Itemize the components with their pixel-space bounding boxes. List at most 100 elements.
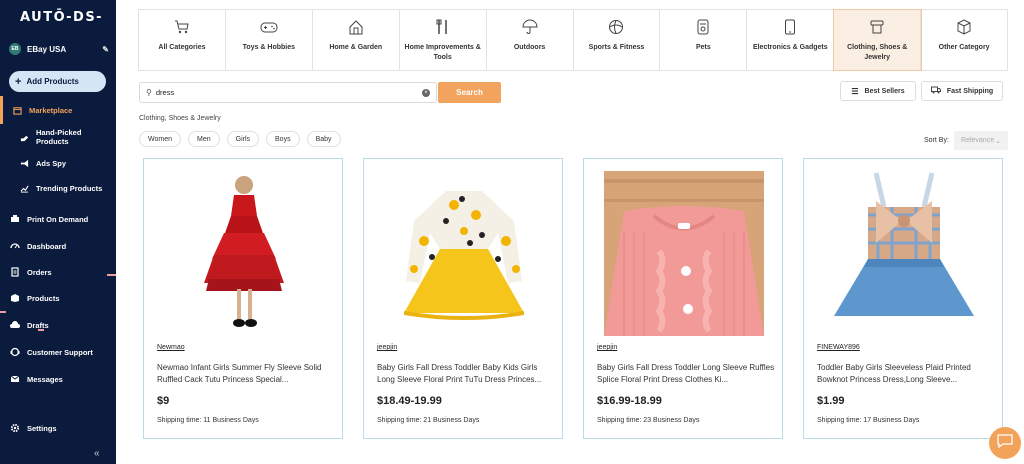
search-input[interactable]: ⚲ dress × xyxy=(139,82,437,103)
sidebar-item-products[interactable]: Products xyxy=(0,289,116,307)
product-shipping: Shipping time: 17 Business Days xyxy=(817,417,920,424)
product-title[interactable]: Newmao Infant Girls Summer Fly Sleeve So… xyxy=(157,362,335,386)
category-pets[interactable]: Pets xyxy=(660,10,748,70)
product-brand[interactable]: jeepjin xyxy=(377,344,397,351)
category-electronics[interactable]: Electronics & Gadgets xyxy=(747,10,835,70)
sidebar-item-ads-spy[interactable]: Ads Spy xyxy=(0,154,116,172)
collapse-sidebar-icon[interactable]: « xyxy=(94,448,100,459)
product-title[interactable]: Baby Girls Fall Dress Toddler Long Sleev… xyxy=(597,362,775,386)
orders-icon xyxy=(10,267,20,277)
sidebar-item-marketplace[interactable]: Marketplace xyxy=(0,96,116,124)
sidebar-item-label: Customer Support xyxy=(27,347,93,357)
gear-icon xyxy=(10,423,20,433)
search-icon: ⚲ xyxy=(146,88,152,97)
fast-shipping-label: Fast Shipping xyxy=(946,87,994,95)
sidebar-item-label: Trending Products xyxy=(36,183,103,193)
gamepad-icon xyxy=(260,18,278,36)
product-image[interactable] xyxy=(384,171,544,336)
clear-icon[interactable]: × xyxy=(422,88,430,97)
search-value[interactable]: dress xyxy=(156,88,422,97)
product-brand[interactable]: jeepjin xyxy=(597,344,617,351)
umbrella-icon xyxy=(521,18,539,36)
cloud-icon xyxy=(10,320,20,330)
category-home-garden[interactable]: Home & Garden xyxy=(313,10,400,70)
sidebar-item-customer-support[interactable]: Customer Support xyxy=(0,343,116,361)
sidebar-item-label: Ads Spy xyxy=(36,158,67,168)
house-icon xyxy=(347,18,365,36)
product-card[interactable]: jeepjin Baby Girls Fall Dress Toddler Lo… xyxy=(583,158,783,439)
product-price: $18.49-19.99 xyxy=(377,395,442,407)
sidebar: AUTŌ-DS- EB EBay USA ✎ + Add Products Ma… xyxy=(0,0,116,464)
category-label: Toys & Hobbies xyxy=(242,44,296,51)
phone-icon xyxy=(781,18,799,36)
category-label: Electronics & Gadgets xyxy=(752,44,828,51)
category-home-improvements[interactable]: Home Improvements & Tools xyxy=(400,10,487,70)
product-price: $1.99 xyxy=(817,395,845,407)
breadcrumb: Clothing, Shoes & Jewelry xyxy=(139,115,221,122)
edit-icon[interactable]: ✎ xyxy=(102,45,109,54)
sort-select[interactable]: Relevance ⌄ xyxy=(954,131,1008,150)
search-button[interactable]: Search xyxy=(438,82,501,103)
sidebar-item-hand-picked[interactable]: Hand-Picked Products xyxy=(0,128,116,146)
category-label: Pets xyxy=(695,44,711,51)
sidebar-item-label: Hand-Picked Products xyxy=(36,128,82,146)
product-brand[interactable]: Newmao xyxy=(157,344,185,351)
category-label: Outdoors xyxy=(513,44,546,51)
store-selector[interactable]: EB EBay USA ✎ xyxy=(9,42,109,56)
chat-button[interactable] xyxy=(989,427,1021,459)
product-shipping: Shipping time: 11 Business Days xyxy=(157,417,259,424)
category-outdoors[interactable]: Outdoors xyxy=(487,10,574,70)
chip-men[interactable]: Men xyxy=(188,131,220,147)
product-image[interactable] xyxy=(604,171,764,336)
box-icon xyxy=(10,293,20,303)
product-image[interactable] xyxy=(164,171,324,336)
sidebar-item-print-on-demand[interactable]: Print On Demand xyxy=(0,210,116,228)
sidebar-item-label: Orders xyxy=(27,267,52,277)
hand-icon xyxy=(19,132,29,142)
store-name: EBay USA xyxy=(27,44,67,54)
app-logo[interactable]: AUTŌ-DS- xyxy=(20,10,103,25)
product-card[interactable]: Newmao Newmao Infant Girls Summer Fly Sl… xyxy=(143,158,343,439)
chip-women[interactable]: Women xyxy=(139,131,181,147)
product-shipping: Shipping time: 23 Business Days xyxy=(597,417,700,424)
app-root: AUTŌ-DS- EB EBay USA ✎ + Add Products Ma… xyxy=(0,0,1024,464)
sidebar-item-label: Marketplace xyxy=(29,105,73,115)
sidebar-item-label: Messages xyxy=(27,374,63,384)
sidebar-item-label: Products xyxy=(27,293,60,303)
category-clothing[interactable]: Clothing, Shoes & Jewelry xyxy=(833,9,923,71)
chip-girls[interactable]: Girls xyxy=(226,131,260,147)
sort-label: Sort By: xyxy=(924,137,949,144)
sidebar-item-label: Print On Demand xyxy=(27,214,89,224)
store-badge: EB xyxy=(9,43,21,55)
chevron-down-icon: ⌄ xyxy=(995,137,1001,145)
subcategory-chips: Women Men Girls Boys Baby xyxy=(139,131,341,147)
best-sellers-button[interactable]: ☰ Best Sellers xyxy=(840,81,916,101)
product-title[interactable]: Baby Girls Fall Dress Toddler Baby Kids … xyxy=(377,362,555,386)
sidebar-item-messages[interactable]: Messages xyxy=(0,370,116,388)
product-shipping: Shipping time: 21 Business Days xyxy=(377,417,480,424)
ball-icon xyxy=(607,18,625,36)
chip-boys[interactable]: Boys xyxy=(266,131,300,147)
fast-shipping-button[interactable]: Fast Shipping xyxy=(921,81,1003,101)
sidebar-item-drafts[interactable]: Drafts xyxy=(0,316,116,334)
category-toys[interactable]: Toys & Hobbies xyxy=(226,10,313,70)
add-products-button[interactable]: + Add Products xyxy=(9,71,106,92)
product-card[interactable]: jeepjin Baby Girls Fall Dress Toddler Ba… xyxy=(363,158,563,439)
category-sports[interactable]: Sports & Fitness xyxy=(574,10,661,70)
sort-value: Relevance xyxy=(961,137,995,144)
chip-baby[interactable]: Baby xyxy=(306,131,341,147)
category-label: Clothing, Shoes & Jewelry xyxy=(847,44,908,61)
category-label: Home Improvements & Tools xyxy=(404,44,481,61)
sidebar-item-trending[interactable]: Trending Products xyxy=(0,179,116,197)
product-image[interactable] xyxy=(824,171,984,336)
sidebar-item-dashboard[interactable]: Dashboard xyxy=(0,237,116,255)
add-products-label: Add Products xyxy=(26,77,79,86)
truck-icon xyxy=(930,86,941,96)
product-brand[interactable]: FINEWAY896 xyxy=(817,344,860,351)
category-all[interactable]: All Categories xyxy=(139,10,226,70)
product-card[interactable]: FINEWAY896 Toddler Baby Girls Sleeveless… xyxy=(803,158,1003,439)
sidebar-item-settings[interactable]: Settings xyxy=(0,419,116,437)
sidebar-item-orders[interactable]: Orders xyxy=(0,263,116,281)
category-other[interactable]: Other Category xyxy=(921,10,1007,70)
product-title[interactable]: Toddler Baby Girls Sleeveless Plaid Prin… xyxy=(817,362,995,386)
